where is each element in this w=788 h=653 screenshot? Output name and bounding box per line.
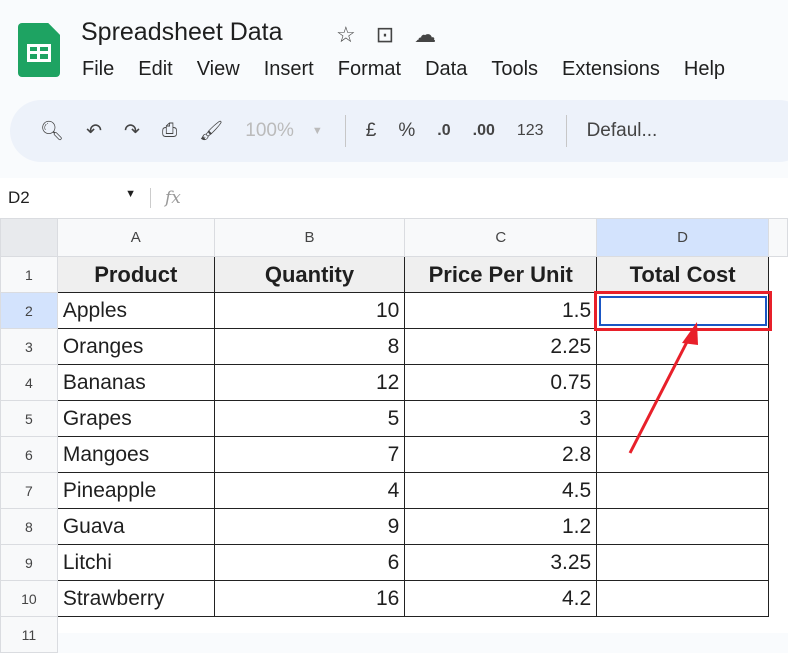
move-folder-icon[interactable]: ⊡ [376,22,394,48]
zoom-value: 100% [245,120,294,141]
print-icon[interactable]: ⎙ [162,111,177,151]
search-icon[interactable]: 🔍︎ [40,111,64,151]
cloud-saved-icon[interactable]: ☁ [414,22,436,48]
formula-bar: D2 ▼ fx [0,178,788,218]
menu-format[interactable]: Format [338,58,401,81]
menu-view[interactable]: View [197,58,240,81]
menu-help[interactable]: Help [684,58,725,81]
font-select[interactable]: Defaul... [587,111,658,151]
menu-edit[interactable]: Edit [138,58,172,81]
currency-button[interactable]: £ [366,111,377,151]
decrease-decimal-button[interactable]: .0 [437,111,450,151]
document-title[interactable]: Spreadsheet Data [81,18,283,47]
fx-icon: fx [150,188,181,208]
undo-icon[interactable]: ↶ [86,111,102,151]
star-icon[interactable]: ☆ [336,22,356,48]
chevron-down-icon: ▼ [311,125,323,137]
cell-ref: D2 [8,188,30,207]
paint-format-icon[interactable]: 🖌︎ [199,111,223,151]
annotation-arrow [628,322,698,454]
divider [565,115,567,147]
divider [344,115,346,147]
menu-bar: File Edit View Insert Format Data Tools … [82,58,725,81]
menu-tools[interactable]: Tools [491,58,538,81]
menu-extensions[interactable]: Extensions [562,58,660,81]
redo-icon[interactable]: ↷ [124,111,140,151]
menu-data[interactable]: Data [425,58,467,81]
chevron-down-icon: ▼ [125,188,136,200]
sheets-logo[interactable] [18,23,60,77]
zoom-select[interactable]: 100% ▼ [245,111,323,151]
toolbar: 🔍︎ ↶ ↷ ⎙ 🖌︎ 100% ▼ £ % .0 .00 123 Defaul.… [10,100,788,162]
formula-input[interactable] [181,183,788,213]
percent-button[interactable]: % [398,111,415,151]
more-formats-button[interactable]: 123 [517,111,544,151]
spreadsheet-grid: A B C D 1 Product Quantity Price Per Uni… [0,218,788,653]
name-box[interactable]: D2 ▼ [0,188,150,208]
menu-file[interactable]: File [82,58,114,81]
increase-decimal-button[interactable]: .00 [473,111,495,151]
menu-insert[interactable]: Insert [264,58,314,81]
